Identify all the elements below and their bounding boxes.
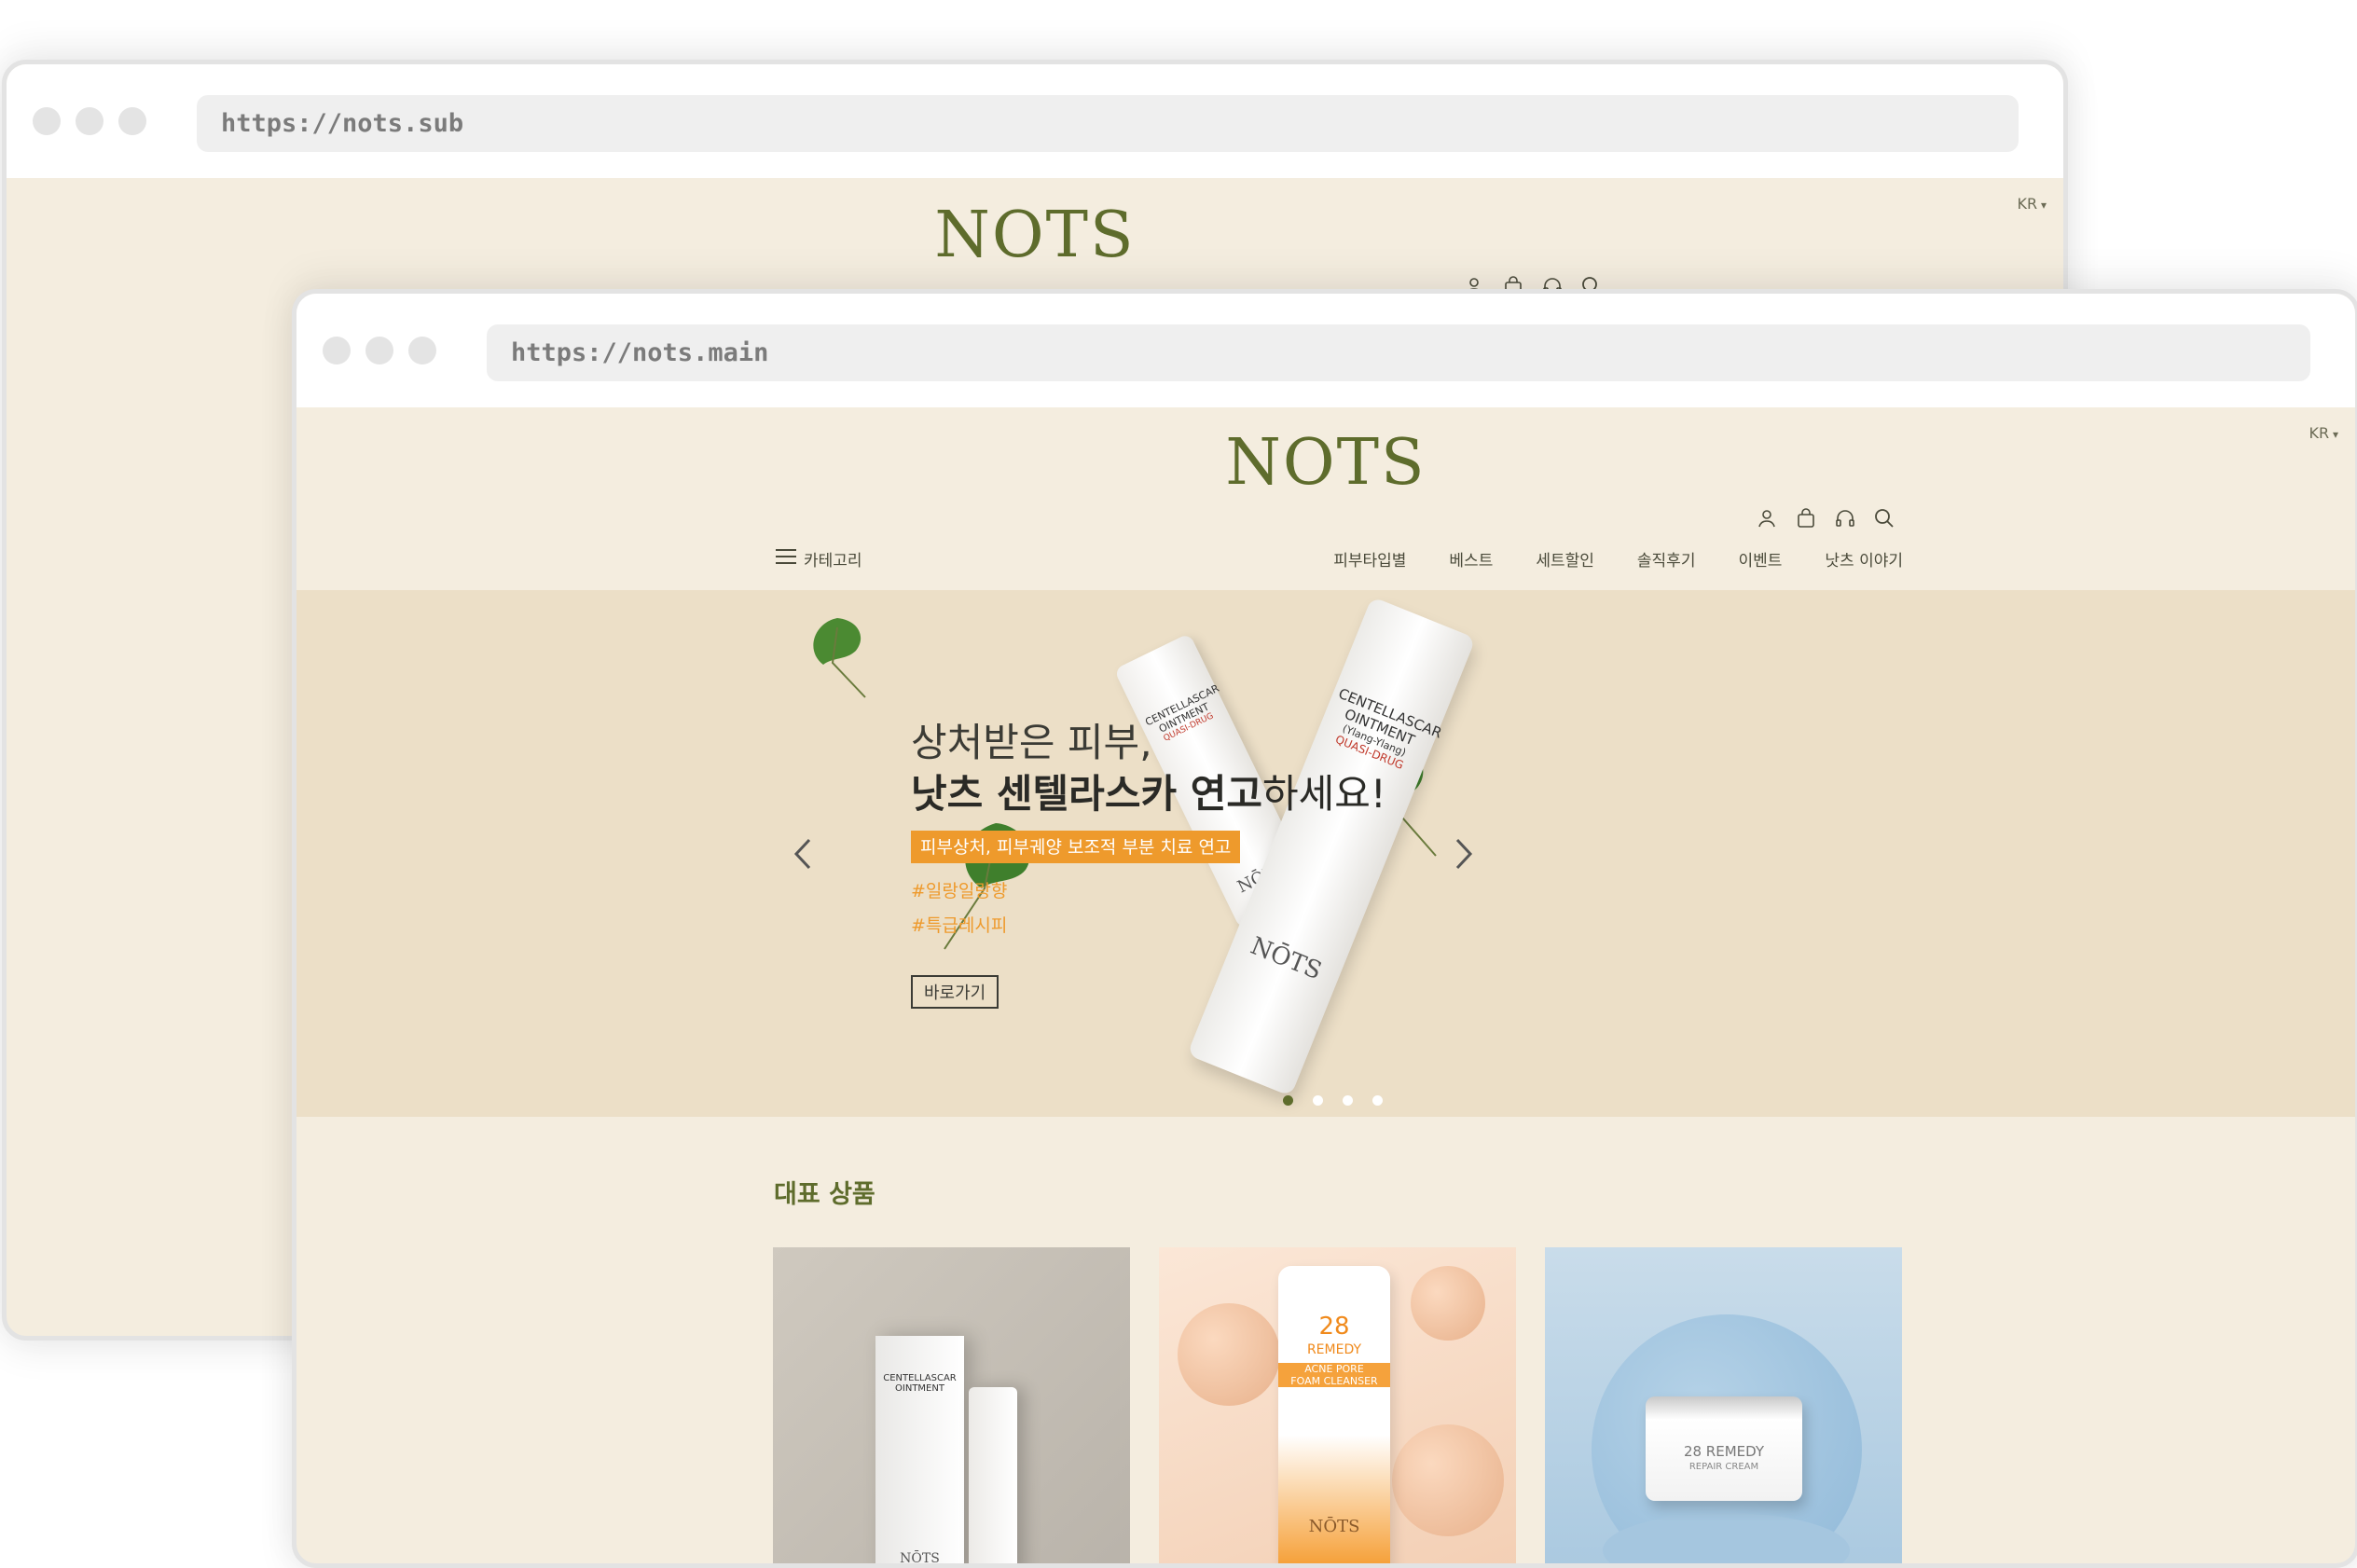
product-card[interactable]: 28 REMEDY ACNE PORE FOAM CLEANSER NŌTS <box>1159 1247 1516 1563</box>
hero-headline-line1: 상처받은 피부, <box>911 720 1152 765</box>
product-jar-image: 28 REMEDY REPAIR CREAM <box>1646 1396 1802 1501</box>
cart-icon[interactable] <box>1795 507 1817 530</box>
site-logo[interactable]: NOTS <box>7 199 2063 272</box>
nav-item-event[interactable]: 이벤트 <box>1738 547 1782 571</box>
header-icons <box>1756 507 1895 530</box>
hero-tag[interactable]: #일랑일랑향 <box>911 877 1007 902</box>
hero-tag[interactable]: #특급레시피 <box>911 912 1007 937</box>
product-box-image: CENTELLASCAR OINTMENT NŌTS <box>875 1336 964 1563</box>
browser-chrome: https://nots.sub <box>7 64 2063 178</box>
hero-banner: CENTELLASCAR OINTMENT QUASI-DRUG NŌTS CE… <box>296 590 2355 1117</box>
decor-sphere <box>1178 1303 1280 1406</box>
pagination-dot[interactable] <box>1372 1095 1383 1106</box>
nav-item-best[interactable]: 베스트 <box>1449 547 1493 571</box>
category-label: 카테고리 <box>804 552 862 571</box>
nav-menu: 피부타입별 베스트 세트할인 솔직후기 이벤트 낫츠 이야기 <box>1333 547 1903 571</box>
hero-badge: 피부상처, 피부궤양 보조적 부분 치료 연고 <box>911 831 1241 863</box>
nav-item-reviews[interactable]: 솔직후기 <box>1637 547 1696 571</box>
window-minimize-dot[interactable] <box>76 107 103 135</box>
browser-window-main: https://nots.main KR NOTS 카테고리 피부타입별 베스트… <box>292 289 2357 1568</box>
hero-prev-arrow[interactable] <box>785 831 822 877</box>
product-card[interactable]: CENTELLASCAR OINTMENT NŌTS <box>773 1247 1130 1563</box>
nav-item-story[interactable]: 낫츠 이야기 <box>1825 547 1903 571</box>
window-maximize-dot[interactable] <box>118 107 146 135</box>
hero-headline-line2: 낫츠 센텔라스카 연고하세요! <box>911 771 1386 817</box>
address-bar[interactable]: https://nots.main <box>487 324 2310 381</box>
window-minimize-dot[interactable] <box>365 337 393 364</box>
product-card[interactable]: 28 REMEDY REPAIR CREAM <box>1545 1247 1902 1563</box>
chevron-right-icon <box>1455 838 1473 870</box>
tube-label: CENTELLASCAR OINTMENT QUASI-DRUG <box>1143 681 1221 744</box>
product-tube-image: 28 REMEDY ACNE PORE FOAM CLEANSER NŌTS <box>1278 1266 1390 1563</box>
main-nav: 카테고리 피부타입별 베스트 세트할인 솔직후기 이벤트 낫츠 이야기 <box>296 547 2355 575</box>
hamburger-icon <box>776 548 796 570</box>
hero-cta-button[interactable]: 바로가기 <box>911 975 999 1009</box>
window-close-dot[interactable] <box>33 107 61 135</box>
user-icon[interactable] <box>1756 507 1778 530</box>
browser-chrome: https://nots.main <box>296 294 2355 407</box>
decor-sphere <box>1411 1266 1485 1341</box>
hero-pagination <box>1283 1095 1383 1106</box>
pagination-dot[interactable] <box>1283 1095 1293 1106</box>
window-close-dot[interactable] <box>323 337 351 364</box>
pagination-dot[interactable] <box>1343 1095 1353 1106</box>
nav-item-set-discount[interactable]: 세트할인 <box>1536 547 1594 571</box>
site-logo[interactable]: NOTS <box>296 426 2355 500</box>
page-content: KR NOTS 카테고리 피부타입별 베스트 세트할인 솔직후기 이벤트 낫츠 … <box>296 407 2355 1563</box>
address-bar[interactable]: https://nots.sub <box>197 95 2019 152</box>
category-menu-button[interactable]: 카테고리 <box>776 547 862 571</box>
leaf-image <box>813 618 866 698</box>
search-icon[interactable] <box>1873 507 1895 530</box>
hero-next-arrow[interactable] <box>1444 831 1482 877</box>
chevron-left-icon <box>793 838 811 870</box>
section-title: 대표 상품 <box>774 1180 875 1209</box>
nav-item-skin-type[interactable]: 피부타입별 <box>1333 547 1406 571</box>
window-maximize-dot[interactable] <box>408 337 436 364</box>
headset-icon[interactable] <box>1834 507 1856 530</box>
pagination-dot[interactable] <box>1313 1095 1323 1106</box>
decor-sphere <box>1392 1424 1504 1536</box>
product-tube-image <box>969 1387 1017 1563</box>
